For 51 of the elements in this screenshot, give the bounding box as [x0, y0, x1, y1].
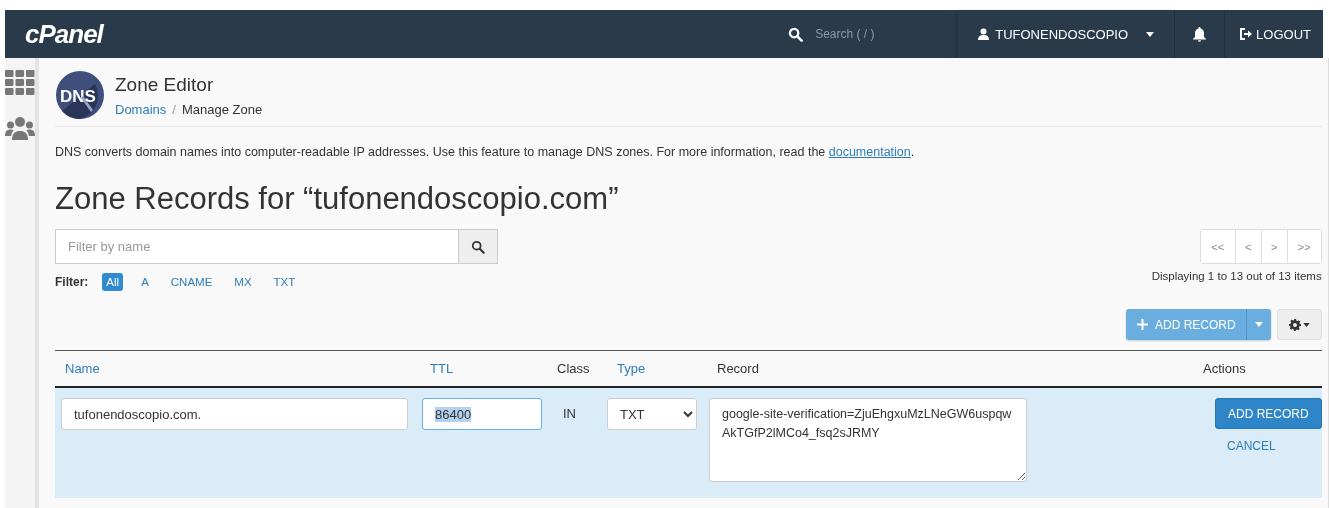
column-header: Record — [716, 361, 760, 376]
sortable-column-header[interactable]: Name — [55, 361, 420, 376]
grid-icon — [5, 70, 35, 96]
filter-type-tab[interactable]: A — [137, 273, 153, 291]
ttl-field[interactable]: 86400 — [422, 398, 542, 430]
breadcrumb-link[interactable]: Domains — [115, 101, 167, 117]
search-icon — [471, 239, 485, 254]
breadcrumb-separator: / — [172, 101, 176, 117]
name-field[interactable]: tufonendoscopio.com. — [61, 398, 408, 430]
settings-button[interactable] — [1276, 309, 1322, 340]
description-text: DNS converts domain names into computer-readable IP addresses. Use this feature to manage DNS zones. For more information, read the documentation. — [55, 145, 916, 159]
zone-records-heading: Zone Records for “tufonendoscopio.com” — [55, 181, 620, 217]
cpanel-logo: cPanel — [24, 18, 105, 50]
caret-icon — [1254, 322, 1263, 327]
class-cell-text: IN — [562, 405, 577, 421]
caret-icon — [1146, 31, 1155, 37]
column-header: Actions — [1202, 361, 1247, 376]
user-menu-button[interactable]: TUFONENDOSCOPIO — [958, 10, 1175, 58]
sortable-column-header[interactable]: TTL — [420, 361, 555, 376]
page-title: Zone Editor — [115, 73, 215, 96]
bell-icon — [1193, 26, 1207, 42]
filter-type-tab[interactable]: All — [102, 273, 124, 291]
pagination-button[interactable]: >> — [1286, 230, 1321, 263]
logout-icon — [1239, 28, 1253, 40]
documentation-link[interactable]: documentation — [828, 145, 911, 159]
sortable-column-header[interactable]: Type — [607, 361, 707, 376]
column-header: Class — [556, 361, 591, 376]
users-icon — [5, 116, 35, 140]
plus-icon — [1137, 319, 1148, 330]
type-select[interactable]: TXT — [607, 398, 697, 430]
filter-input[interactable]: Filter by name — [55, 229, 458, 264]
filter-type-tab[interactable]: MX — [230, 273, 256, 291]
cancel-link[interactable]: CANCEL — [1227, 439, 1276, 453]
filter-label: Filter: — [55, 275, 89, 289]
add-record-submit-button[interactable]: ADD RECORD — [1215, 398, 1322, 429]
search-button[interactable] — [458, 229, 498, 264]
caret-icon — [1302, 322, 1310, 327]
pagination-summary: Displaying 1 to 13 out of 13 items — [1151, 270, 1322, 282]
filter-type-tab[interactable]: CNAME — [166, 273, 217, 291]
notifications-button[interactable] — [1174, 10, 1226, 58]
search-icon — [788, 26, 804, 42]
filter-type-tab[interactable]: TXT — [269, 273, 300, 291]
current-page-label: Manage Zone — [181, 101, 263, 117]
user-icon — [978, 28, 990, 40]
apps-grid-button[interactable] — [5, 70, 35, 96]
dns-logo-icon: DNS — [55, 70, 105, 120]
search-field[interactable]: Search ( / ) — [788, 26, 959, 42]
add-record-button[interactable]: ADD RECORD — [1126, 309, 1271, 340]
record-field[interactable]: google-site-verification=ZjuEhgxuMzLNeGW6uspqwAkTGfP2lMCo4_fsq2sJRMY — [709, 398, 1027, 482]
settings-icon — [1288, 318, 1301, 331]
users-button[interactable] — [5, 116, 35, 140]
